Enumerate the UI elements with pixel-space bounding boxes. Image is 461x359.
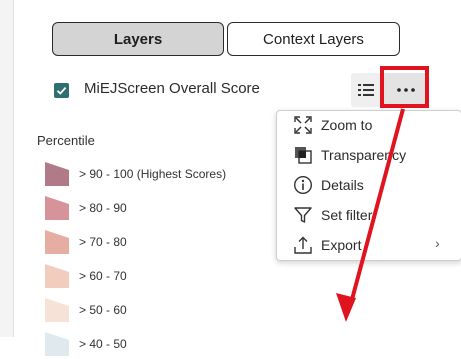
legend-list-icon <box>358 84 374 96</box>
legend-swatch <box>45 162 69 186</box>
menu-item-transparency[interactable]: Transparency <box>277 141 459 171</box>
menu-item-label: Transparency <box>321 147 407 163</box>
legend-swatch <box>45 264 69 288</box>
legend-item-label: > 70 - 80 <box>79 235 127 249</box>
menu-item-set-filter[interactable]: Set filter <box>277 201 459 231</box>
zoom-to-icon <box>294 116 312 134</box>
menu-item-details[interactable]: Details <box>277 171 459 201</box>
info-icon <box>293 175 313 195</box>
legend-item-label: > 40 - 50 <box>79 337 127 351</box>
tab-context-layers[interactable]: Context Layers <box>227 22 400 56</box>
chevron-right-icon: › <box>435 235 440 251</box>
layer-visibility-checkbox[interactable] <box>54 83 69 98</box>
menu-item-export[interactable]: Export › <box>277 231 459 261</box>
annotation-highlight-box <box>380 66 429 108</box>
export-icon <box>294 236 312 254</box>
layer-options-menu: Zoom to Transparency Details Set filter … <box>276 110 461 261</box>
legend-swatch <box>45 196 69 220</box>
menu-item-label: Set filter <box>321 207 373 223</box>
filter-icon <box>294 207 312 223</box>
legend-item-label: > 90 - 100 (Highest Scores) <box>79 167 227 181</box>
legend-swatch <box>45 298 69 322</box>
menu-item-zoom-to[interactable]: Zoom to <box>277 111 459 141</box>
menu-item-label: Details <box>321 177 364 193</box>
panel-left-edge <box>0 0 14 337</box>
legend-item-label: > 60 - 70 <box>79 269 127 283</box>
menu-item-label: Zoom to <box>321 117 373 133</box>
legend-item-label: > 80 - 90 <box>79 201 127 215</box>
tab-layers[interactable]: Layers <box>52 22 224 56</box>
legend-toggle-button[interactable] <box>351 73 381 107</box>
menu-item-label: Export <box>321 237 362 253</box>
checkmark-icon <box>56 86 67 95</box>
layer-title: MiEJScreen Overall Score <box>84 80 260 97</box>
legend-swatch <box>45 230 69 254</box>
transparency-icon <box>295 147 312 164</box>
legend-heading: Percentile <box>37 133 95 148</box>
legend-item-label: > 50 - 60 <box>79 303 127 317</box>
legend-swatch <box>45 332 69 356</box>
